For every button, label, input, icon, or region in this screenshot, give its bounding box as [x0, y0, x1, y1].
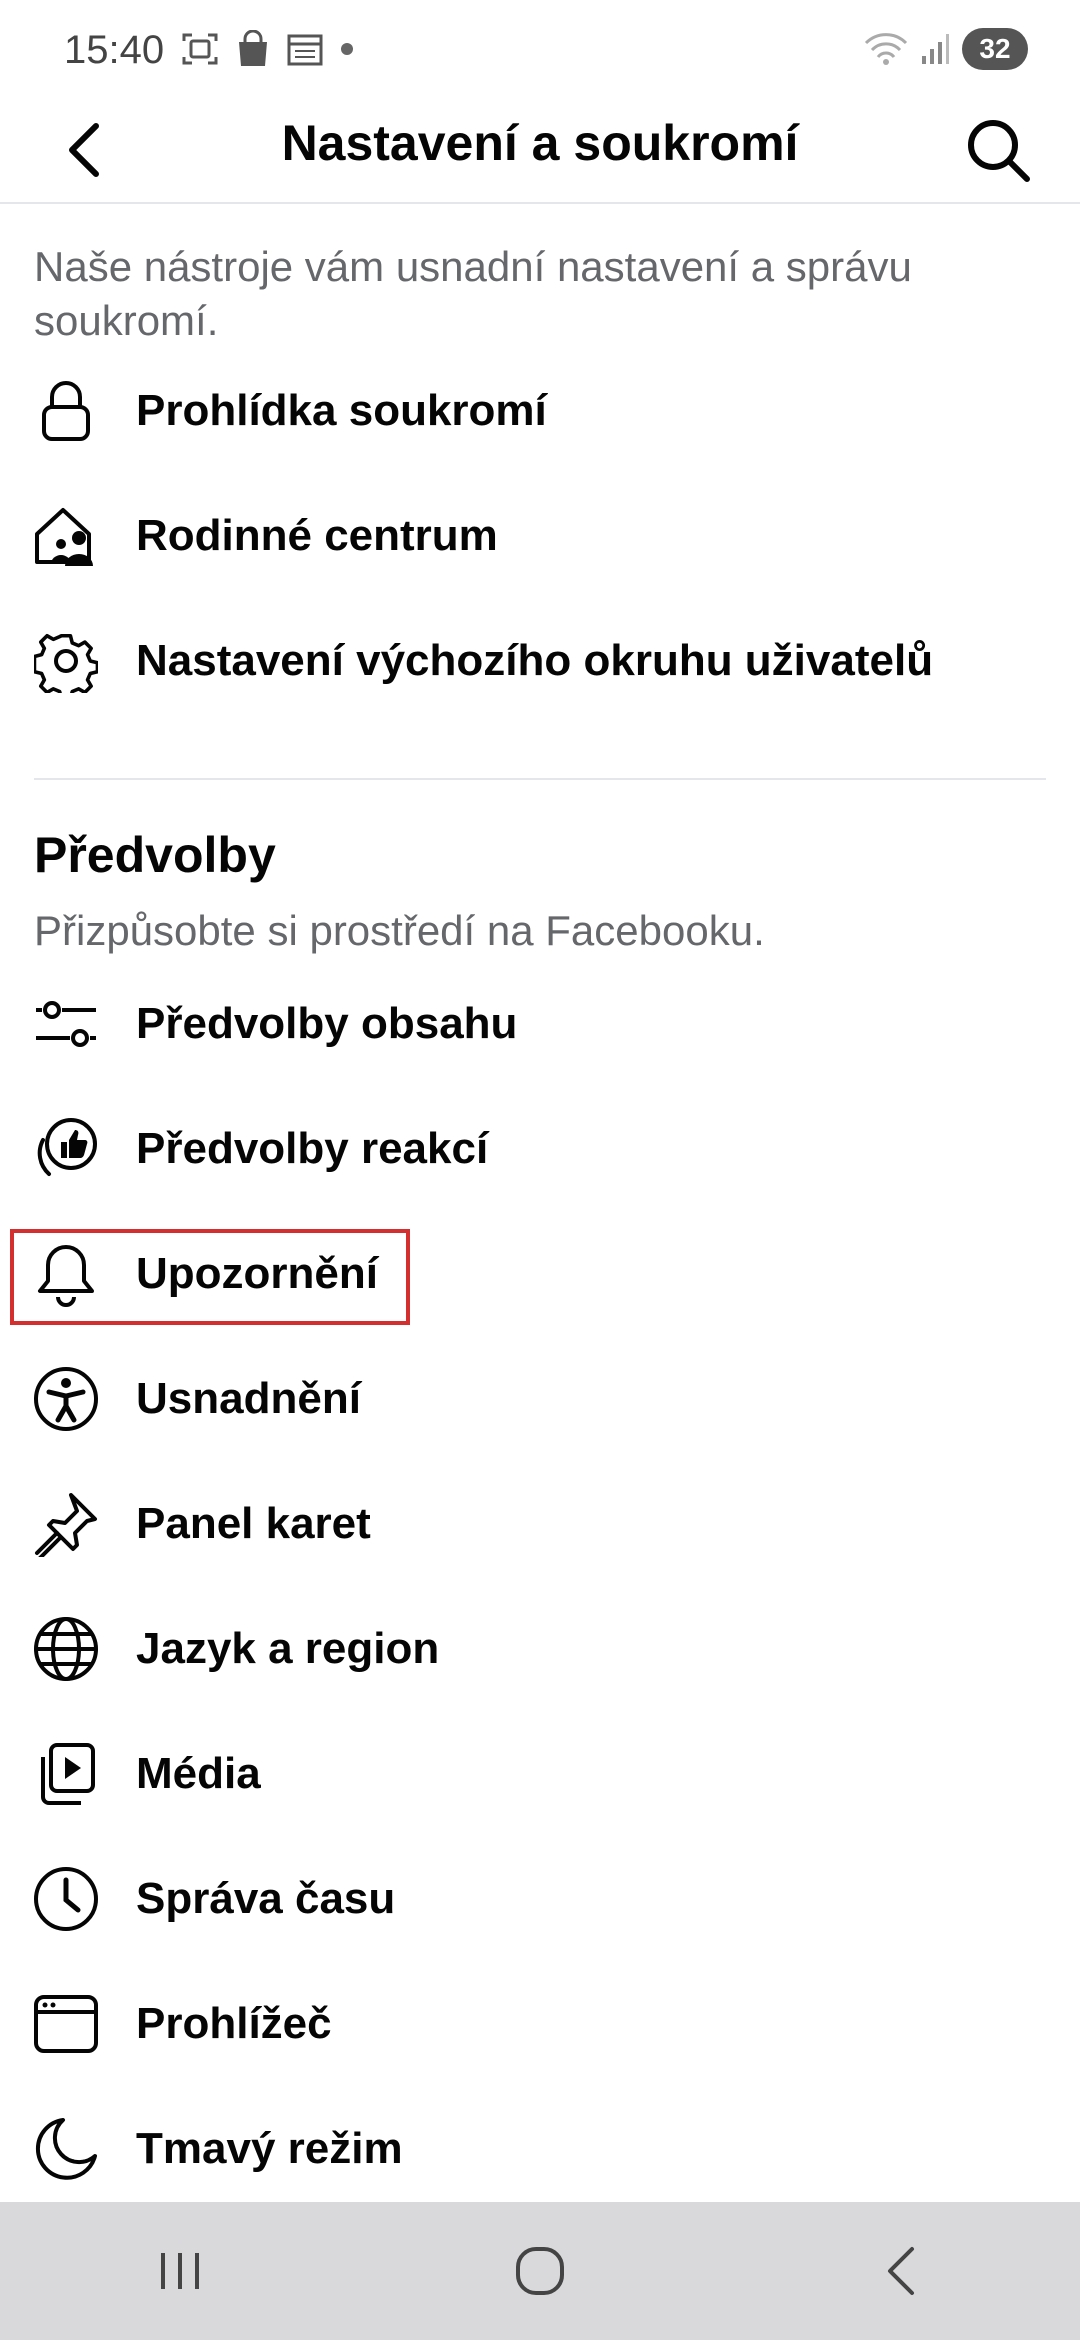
preferences-section-title: Předvolby	[34, 827, 276, 883]
shopping-bag-icon	[236, 30, 270, 68]
system-icons: 32	[864, 28, 1028, 70]
menu-item-label: Správa času	[136, 1874, 396, 1923]
menu-item-label: Předvolby reakcí	[136, 1124, 489, 1173]
search-icon	[965, 117, 1031, 183]
calendar-icon	[286, 31, 324, 67]
menu-item-reaction-preferences[interactable]: Předvolby reakcí	[0, 1087, 1080, 1211]
reactions-icon	[32, 1115, 100, 1183]
home-icon	[514, 2245, 566, 2297]
status-time: 15:40	[64, 28, 165, 72]
menu-item-label: Tmavý režim	[136, 2124, 403, 2173]
status-bar: 15:40 32	[0, 0, 1080, 96]
menu-item-language-region[interactable]: Jazyk a region	[0, 1587, 1080, 1711]
menu-item-label: Prohlížeč	[136, 1999, 332, 2048]
recent-apps-icon	[155, 2249, 205, 2293]
menu-item-privacy-checkup[interactable]: Prohlídka soukromí	[0, 349, 1080, 473]
back-icon	[882, 2245, 918, 2297]
signal-icon	[920, 32, 950, 66]
gear-icon	[32, 627, 100, 695]
dot-icon	[340, 42, 354, 56]
privacy-section-description: Naše nástroje vám usnadní nastavení a sp…	[34, 243, 912, 344]
menu-item-label: Předvolby obsahu	[136, 999, 518, 1048]
search-button[interactable]	[960, 112, 1036, 188]
media-icon	[32, 1740, 100, 1808]
menu-item-time-management[interactable]: Správa času	[0, 1837, 1080, 1961]
system-back-button[interactable]	[820, 2221, 980, 2321]
menu-item-accessibility[interactable]: Usnadnění	[0, 1337, 1080, 1461]
recent-apps-button[interactable]	[100, 2221, 260, 2321]
menu-item-browser[interactable]: Prohlížeč	[0, 1962, 1080, 2086]
pin-icon	[32, 1490, 100, 1558]
highlight-box	[10, 1229, 410, 1325]
preferences-section-description: Přizpůsobte si prostředí na Facebooku.	[34, 907, 765, 954]
menu-item-label: Rodinné centrum	[136, 511, 498, 560]
screenshot-icon	[180, 31, 220, 67]
wifi-icon	[864, 31, 908, 67]
page-title: Nastavení a soukromí	[281, 115, 799, 171]
moon-icon	[32, 2115, 100, 2183]
menu-item-label: Jazyk a region	[136, 1624, 440, 1673]
menu-item-family-center[interactable]: Rodinné centrum	[0, 474, 1080, 598]
system-navigation-bar	[0, 2202, 1080, 2340]
section-divider	[34, 778, 1046, 780]
lock-icon	[32, 377, 100, 445]
home-button[interactable]	[460, 2221, 620, 2321]
menu-item-dark-mode[interactable]: Tmavý režim	[0, 2087, 1080, 2202]
browser-icon	[32, 1990, 100, 2058]
menu-item-tab-bar[interactable]: Panel karet	[0, 1462, 1080, 1586]
globe-icon	[32, 1615, 100, 1683]
menu-item-content-preferences[interactable]: Předvolby obsahu	[0, 962, 1080, 1086]
menu-item-media[interactable]: Média	[0, 1712, 1080, 1836]
menu-item-default-audience[interactable]: Nastavení výchozího okruhu uživatelů	[0, 599, 1080, 723]
sliders-icon	[32, 990, 100, 1058]
menu-item-label: Prohlídka soukromí	[136, 386, 547, 435]
menu-item-label: Panel karet	[136, 1499, 371, 1548]
app-header: Nastavení a soukromí	[0, 96, 1080, 204]
menu-item-label: Média	[136, 1749, 261, 1798]
accessibility-icon	[32, 1365, 100, 1433]
settings-content[interactable]: Naše nástroje vám usnadní nastavení a sp…	[0, 204, 1080, 2202]
menu-item-label: Usnadnění	[136, 1374, 361, 1423]
menu-item-label: Nastavení výchozího okruhu uživatelů	[136, 636, 934, 685]
notification-icons	[180, 30, 354, 68]
family-center-icon	[32, 502, 100, 570]
clock-icon	[32, 1865, 100, 1933]
battery-badge: 32	[962, 28, 1028, 70]
